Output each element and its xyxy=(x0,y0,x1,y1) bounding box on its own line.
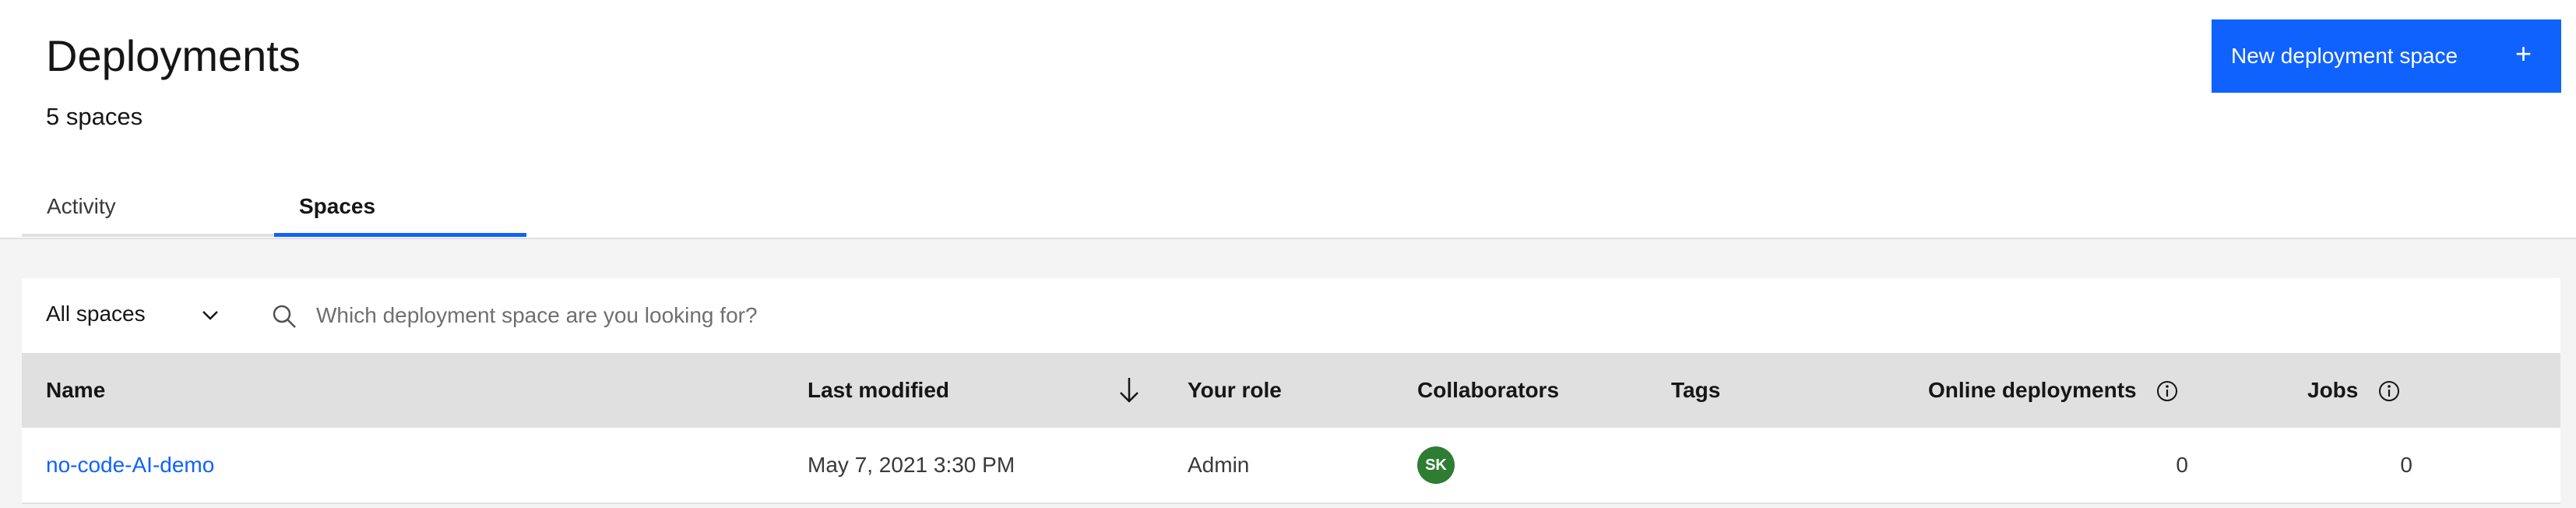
table-header-row: Name Last modified Your role Collaborato… xyxy=(22,353,2560,428)
info-icon[interactable] xyxy=(2155,379,2179,403)
page-header: Deployments 5 spaces New deployment spac… xyxy=(0,0,2576,238)
search-input[interactable] xyxy=(316,292,2528,339)
role-cell: Admin xyxy=(1188,453,1250,477)
column-header-tags: Tags xyxy=(1671,378,1721,402)
tab-spaces[interactable]: Spaces xyxy=(274,187,526,237)
tab-activity[interactable]: Activity xyxy=(22,187,274,237)
search-icon xyxy=(273,305,296,328)
new-deployment-space-button[interactable]: New deployment space + xyxy=(2212,19,2561,93)
space-filter-value: All spaces xyxy=(46,302,146,326)
spaces-panel: All spaces Name Last modified Your role … xyxy=(0,238,2576,508)
online-deployments-cell: 0 xyxy=(2176,453,2188,477)
column-header-last-modified[interactable]: Last modified xyxy=(808,353,949,428)
new-deployment-space-label: New deployment space xyxy=(2231,44,2458,68)
collaborator-avatar[interactable]: SK xyxy=(1417,446,1455,484)
chevron-down-icon xyxy=(202,311,218,320)
table-row[interactable]: no-code-AI-demo May 7, 2021 3:30 PM Admi… xyxy=(22,428,2560,504)
column-header-online-deployments[interactable]: Online deployments xyxy=(1928,353,2137,428)
plus-icon: + xyxy=(2514,37,2532,69)
space-name-link[interactable]: no-code-AI-demo xyxy=(46,428,214,503)
space-filter-dropdown[interactable]: All spaces xyxy=(22,278,249,353)
column-header-name[interactable]: Name xyxy=(46,353,105,428)
spaces-table: Name Last modified Your role Collaborato… xyxy=(22,353,2560,504)
last-modified-cell: May 7, 2021 3:30 PM xyxy=(808,453,1015,477)
sort-descending-icon[interactable] xyxy=(1115,375,1143,406)
table-toolbar: All spaces xyxy=(22,278,2560,353)
column-header-collaborators: Collaborators xyxy=(1417,378,1560,402)
page-title: Deployments xyxy=(46,31,301,80)
space-count: 5 spaces xyxy=(46,103,143,130)
column-header-your-role[interactable]: Your role xyxy=(1188,353,1282,428)
jobs-cell: 0 xyxy=(2400,453,2412,477)
column-header-jobs[interactable]: Jobs xyxy=(2307,353,2358,428)
info-icon[interactable] xyxy=(2377,379,2401,403)
